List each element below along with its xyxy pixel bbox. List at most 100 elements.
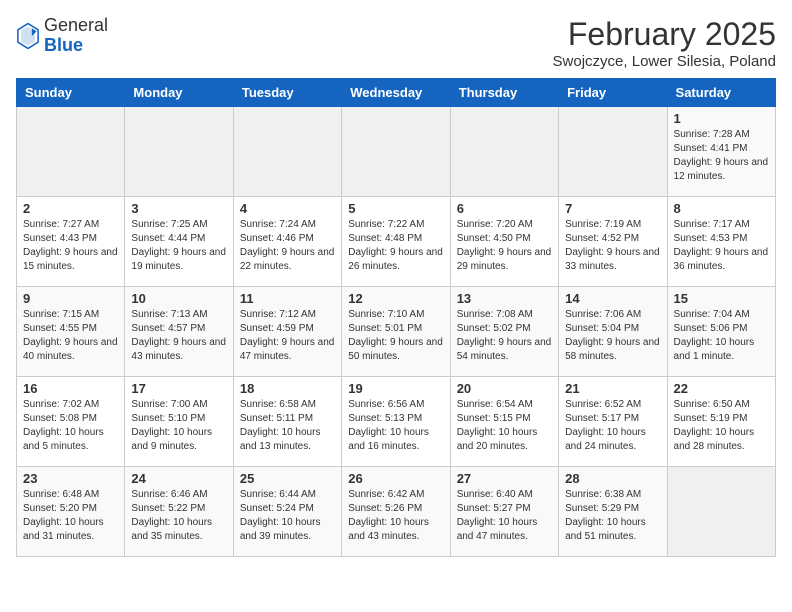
day-number: 17 <box>131 381 226 396</box>
day-info: Sunrise: 6:46 AM Sunset: 5:22 PM Dayligh… <box>131 488 226 544</box>
day-number: 26 <box>348 471 443 486</box>
day-info: Sunrise: 7:25 AM Sunset: 4:44 PM Dayligh… <box>131 218 226 274</box>
weekday-header: Saturday <box>667 79 775 107</box>
calendar-cell <box>667 467 775 557</box>
calendar-cell: 2Sunrise: 7:27 AM Sunset: 4:43 PM Daylig… <box>17 197 125 287</box>
day-info: Sunrise: 6:54 AM Sunset: 5:15 PM Dayligh… <box>457 398 552 454</box>
day-number: 8 <box>674 201 769 216</box>
day-number: 3 <box>131 201 226 216</box>
calendar-header-row: SundayMondayTuesdayWednesdayThursdayFrid… <box>17 79 776 107</box>
day-info: Sunrise: 7:02 AM Sunset: 5:08 PM Dayligh… <box>23 398 118 454</box>
day-number: 14 <box>565 291 660 306</box>
day-info: Sunrise: 6:58 AM Sunset: 5:11 PM Dayligh… <box>240 398 335 454</box>
calendar-cell: 23 Sunrise: 6:48 AM Sunset: 5:20 PM Dayli… <box>17 467 125 557</box>
day-info: Sunrise: 6:44 AM Sunset: 5:24 PM Dayligh… <box>240 488 335 544</box>
calendar-cell: 26 Sunrise: 6:42 AM Sunset: 5:26 PM Dayli… <box>342 467 450 557</box>
logo-general: General <box>44 15 108 35</box>
calendar-table: SundayMondayTuesdayWednesdayThursdayFrid… <box>16 78 776 557</box>
day-number: 12 <box>348 291 443 306</box>
weekday-header: Friday <box>559 79 667 107</box>
title-section: February 2025 Swojczyce, Lower Silesia, … <box>553 16 776 70</box>
day-info: Sunrise: 6:48 AM Sunset: 5:20 PM Dayligh… <box>23 488 118 544</box>
day-number: 23 <box>23 471 118 486</box>
logo-text: General Blue <box>44 16 108 56</box>
month-title: February 2025 <box>553 16 776 53</box>
calendar-cell: 5 Sunrise: 7:22 AM Sunset: 4:48 PM Daylig… <box>342 197 450 287</box>
day-info: Sunrise: 7:00 AM Sunset: 5:10 PM Dayligh… <box>131 398 226 454</box>
day-number: 28 <box>565 471 660 486</box>
day-info: Sunrise: 7:22 AM Sunset: 4:48 PM Dayligh… <box>348 218 443 274</box>
day-number: 21 <box>565 381 660 396</box>
day-info: Sunrise: 6:52 AM Sunset: 5:17 PM Dayligh… <box>565 398 660 454</box>
calendar-cell <box>559 107 667 197</box>
day-info: Sunrise: 7:28 AM Sunset: 4:41 PM Dayligh… <box>674 128 769 184</box>
calendar-cell: 10Sunrise: 7:13 AM Sunset: 4:57 PM Dayli… <box>125 287 233 377</box>
calendar-cell: 6 Sunrise: 7:20 AM Sunset: 4:50 PM Daylig… <box>450 197 558 287</box>
day-number: 4 <box>240 201 335 216</box>
calendar-cell: 4 Sunrise: 7:24 AM Sunset: 4:46 PM Daylig… <box>233 197 341 287</box>
day-info: Sunrise: 7:24 AM Sunset: 4:46 PM Dayligh… <box>240 218 335 274</box>
calendar-cell: 18 Sunrise: 6:58 AM Sunset: 5:11 PM Dayli… <box>233 377 341 467</box>
calendar-week-row: 1 Sunrise: 7:28 AM Sunset: 4:41 PM Daylig… <box>17 107 776 197</box>
calendar-cell: 7 Sunrise: 7:19 AM Sunset: 4:52 PM Daylig… <box>559 197 667 287</box>
logo-icon <box>16 22 40 50</box>
day-info: Sunrise: 7:17 AM Sunset: 4:53 PM Dayligh… <box>674 218 769 274</box>
weekday-header: Thursday <box>450 79 558 107</box>
weekday-header: Monday <box>125 79 233 107</box>
day-info: Sunrise: 6:38 AM Sunset: 5:29 PM Dayligh… <box>565 488 660 544</box>
day-number: 15 <box>674 291 769 306</box>
logo-blue: Blue <box>44 35 83 55</box>
day-number: 24 <box>131 471 226 486</box>
day-info: Sunrise: 7:10 AM Sunset: 5:01 PM Dayligh… <box>348 308 443 364</box>
calendar-cell: 16Sunrise: 7:02 AM Sunset: 5:08 PM Dayli… <box>17 377 125 467</box>
day-info: Sunrise: 7:19 AM Sunset: 4:52 PM Dayligh… <box>565 218 660 274</box>
calendar-cell: 27 Sunrise: 6:40 AM Sunset: 5:27 PM Dayli… <box>450 467 558 557</box>
day-info: Sunrise: 7:20 AM Sunset: 4:50 PM Dayligh… <box>457 218 552 274</box>
day-info: Sunrise: 6:40 AM Sunset: 5:27 PM Dayligh… <box>457 488 552 544</box>
day-number: 22 <box>674 381 769 396</box>
calendar-cell: 1 Sunrise: 7:28 AM Sunset: 4:41 PM Daylig… <box>667 107 775 197</box>
calendar-week-row: 2Sunrise: 7:27 AM Sunset: 4:43 PM Daylig… <box>17 197 776 287</box>
weekday-header: Wednesday <box>342 79 450 107</box>
calendar-cell <box>450 107 558 197</box>
day-number: 10 <box>131 291 226 306</box>
calendar-cell: 9Sunrise: 7:15 AM Sunset: 4:55 PM Daylig… <box>17 287 125 377</box>
calendar-cell: 12 Sunrise: 7:10 AM Sunset: 5:01 PM Dayli… <box>342 287 450 377</box>
calendar-cell: 13Sunrise: 7:08 AM Sunset: 5:02 PM Dayli… <box>450 287 558 377</box>
calendar-cell: 20Sunrise: 6:54 AM Sunset: 5:15 PM Dayli… <box>450 377 558 467</box>
calendar-cell: 14 Sunrise: 7:06 AM Sunset: 5:04 PM Dayli… <box>559 287 667 377</box>
weekday-header: Sunday <box>17 79 125 107</box>
calendar-cell: 19 Sunrise: 6:56 AM Sunset: 5:13 PM Dayli… <box>342 377 450 467</box>
day-number: 27 <box>457 471 552 486</box>
day-info: Sunrise: 6:50 AM Sunset: 5:19 PM Dayligh… <box>674 398 769 454</box>
calendar-cell: 11 Sunrise: 7:12 AM Sunset: 4:59 PM Dayli… <box>233 287 341 377</box>
calendar-week-row: 9Sunrise: 7:15 AM Sunset: 4:55 PM Daylig… <box>17 287 776 377</box>
day-number: 11 <box>240 291 335 306</box>
day-info: Sunrise: 7:04 AM Sunset: 5:06 PM Dayligh… <box>674 308 769 364</box>
calendar-cell <box>342 107 450 197</box>
day-number: 18 <box>240 381 335 396</box>
day-info: Sunrise: 7:06 AM Sunset: 5:04 PM Dayligh… <box>565 308 660 364</box>
page-header: General Blue February 2025 Swojczyce, Lo… <box>16 16 776 70</box>
calendar-cell: 22 Sunrise: 6:50 AM Sunset: 5:19 PM Dayli… <box>667 377 775 467</box>
day-info: Sunrise: 7:12 AM Sunset: 4:59 PM Dayligh… <box>240 308 335 364</box>
day-info: Sunrise: 6:56 AM Sunset: 5:13 PM Dayligh… <box>348 398 443 454</box>
day-info: Sunrise: 6:42 AM Sunset: 5:26 PM Dayligh… <box>348 488 443 544</box>
day-number: 5 <box>348 201 443 216</box>
day-number: 19 <box>348 381 443 396</box>
calendar-cell: 24 Sunrise: 6:46 AM Sunset: 5:22 PM Dayli… <box>125 467 233 557</box>
day-number: 9 <box>23 291 118 306</box>
calendar-cell: 8 Sunrise: 7:17 AM Sunset: 4:53 PM Daylig… <box>667 197 775 287</box>
calendar-cell: 21 Sunrise: 6:52 AM Sunset: 5:17 PM Dayli… <box>559 377 667 467</box>
calendar-cell: 3 Sunrise: 7:25 AM Sunset: 4:44 PM Daylig… <box>125 197 233 287</box>
logo: General Blue <box>16 16 108 56</box>
day-number: 7 <box>565 201 660 216</box>
location-subtitle: Swojczyce, Lower Silesia, Poland <box>553 53 776 70</box>
day-number: 1 <box>674 111 769 126</box>
day-number: 6 <box>457 201 552 216</box>
calendar-cell <box>17 107 125 197</box>
calendar-week-row: 16Sunrise: 7:02 AM Sunset: 5:08 PM Dayli… <box>17 377 776 467</box>
day-info: Sunrise: 7:08 AM Sunset: 5:02 PM Dayligh… <box>457 308 552 364</box>
calendar-cell: 17 Sunrise: 7:00 AM Sunset: 5:10 PM Dayli… <box>125 377 233 467</box>
calendar-cell: 25Sunrise: 6:44 AM Sunset: 5:24 PM Dayli… <box>233 467 341 557</box>
